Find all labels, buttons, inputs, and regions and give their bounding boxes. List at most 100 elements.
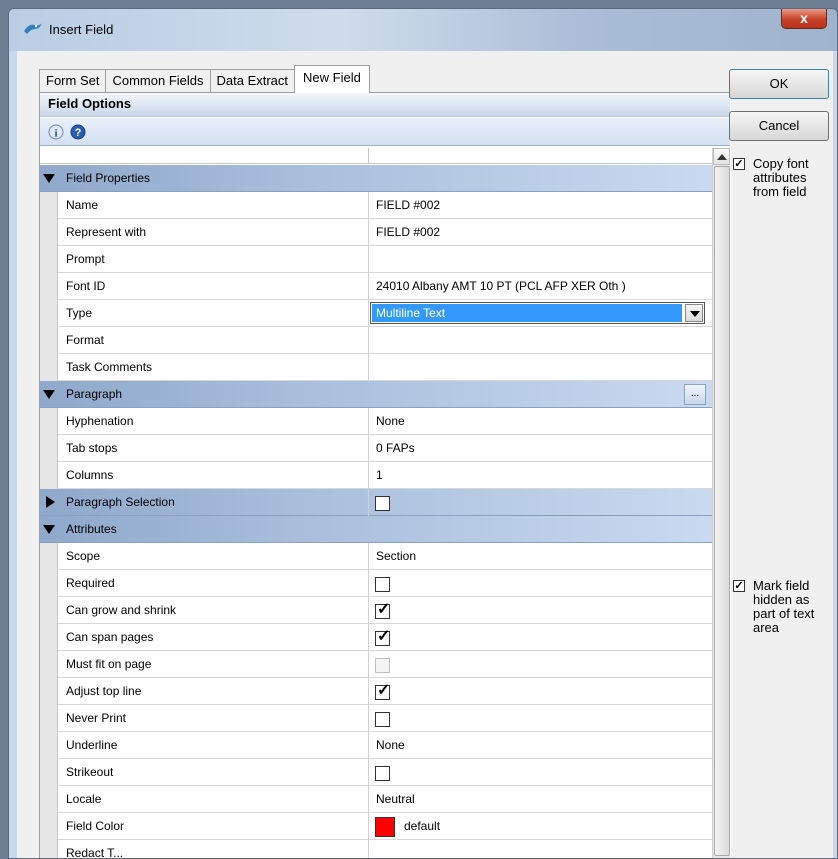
svg-text:?: ?: [75, 127, 82, 139]
property-name: Columns: [66, 468, 114, 482]
property-name: Hyphenation: [66, 414, 134, 428]
property-name: Must fit on page: [66, 657, 152, 671]
property-row[interactable]: Can grow and shrink ✓: [40, 597, 712, 624]
property-name: Task Comments: [66, 360, 153, 374]
property-row[interactable]: Can span pages ✓: [40, 624, 712, 651]
property-row[interactable]: Type Multiline Text: [40, 300, 712, 327]
chevron-down-icon[interactable]: [685, 304, 703, 322]
property-row[interactable]: Required: [40, 570, 712, 597]
collapse-arrow-icon[interactable]: [43, 390, 55, 399]
check-mark-icon: ✓: [377, 628, 391, 645]
dialog-client: Form Set Common Fields Data Extract New Fie…: [17, 51, 833, 859]
vertical-scrollbar[interactable]: [712, 148, 730, 858]
property-grid: Field Properties Name FIELD #002 Represent …: [40, 148, 712, 859]
property-name: Strikeout: [66, 765, 114, 779]
property-value[interactable]: 1: [376, 468, 383, 482]
property-checkbox[interactable]: [375, 577, 390, 592]
property-name: Can span pages: [66, 630, 154, 644]
property-row[interactable]: Scope Section: [40, 543, 712, 570]
tab-common-fields[interactable]: Common Fields: [105, 69, 211, 93]
property-row[interactable]: Represent with FIELD #002: [40, 219, 712, 246]
category-row[interactable]: Paragraph Selection: [40, 489, 712, 516]
property-name: Tab stops: [66, 441, 118, 455]
svg-text:i: i: [54, 128, 57, 140]
property-row[interactable]: Field Color default: [40, 813, 712, 840]
help-icon[interactable]: ?: [70, 124, 86, 140]
property-value[interactable]: 24010 Albany AMT 10 PT (PCL AFP XER Oth …: [376, 279, 626, 293]
tab-strip: Form Set Common Fields Data Extract New Fie…: [39, 65, 370, 93]
property-checkbox[interactable]: ✓: [375, 601, 391, 619]
checkbox-box[interactable]: ✓: [733, 158, 745, 170]
property-row[interactable]: Must fit on page: [40, 651, 712, 678]
property-row[interactable]: Underline None: [40, 732, 712, 759]
property-name: Type: [66, 306, 93, 320]
panel-toolbar: i ?: [40, 118, 730, 146]
property-value[interactable]: FIELD #002: [376, 198, 440, 212]
property-name: Represent with: [66, 225, 147, 239]
copy-font-checkbox[interactable]: ✓ Copy font attributes from field: [733, 157, 829, 217]
check-mark-icon: ✓: [377, 601, 391, 618]
property-row[interactable]: Never Print: [40, 705, 712, 732]
property-row[interactable]: Format: [40, 327, 712, 354]
color-swatch[interactable]: [375, 817, 395, 837]
property-row[interactable]: Hyphenation None: [40, 408, 712, 435]
property-row[interactable]: Redact T...: [40, 840, 712, 859]
ellipsis-button[interactable]: ...: [684, 384, 706, 405]
property-row[interactable]: Tab stops 0 FAPs: [40, 435, 712, 462]
property-name: Paragraph Selection: [66, 495, 175, 509]
property-row[interactable]: Prompt: [40, 246, 712, 273]
tab-new-field[interactable]: New Field: [294, 65, 370, 93]
property-value[interactable]: None: [376, 414, 405, 428]
property-checkbox[interactable]: [375, 766, 390, 781]
scroll-thumb[interactable]: [714, 166, 730, 856]
property-name: Can grow and shrink: [66, 603, 177, 617]
category-row[interactable]: Paragraph...: [40, 381, 712, 408]
property-checkbox[interactable]: ✓: [375, 628, 391, 646]
property-checkbox[interactable]: [375, 712, 390, 727]
mark-hidden-checkbox[interactable]: ✓ Mark field hidden as part of text area: [733, 579, 829, 649]
property-row[interactable]: Locale Neutral: [40, 786, 712, 813]
window-title: Insert Field: [49, 22, 114, 37]
info-icon[interactable]: i: [48, 124, 64, 140]
property-value[interactable]: Neutral: [376, 792, 415, 806]
scroll-up-button[interactable]: [713, 148, 730, 165]
property-value[interactable]: Section: [376, 549, 416, 563]
property-name: Field Color: [66, 819, 125, 833]
property-row[interactable]: Name FIELD #002: [40, 192, 712, 219]
property-row[interactable]: Adjust top line ✓: [40, 678, 712, 705]
property-name: Font ID: [66, 279, 106, 293]
cancel-button[interactable]: Cancel: [729, 111, 829, 141]
property-value[interactable]: FIELD #002: [376, 225, 440, 239]
property-row[interactable]: Task Comments: [40, 354, 712, 381]
ok-button[interactable]: OK: [729, 69, 829, 99]
collapse-arrow-icon[interactable]: [43, 174, 55, 183]
property-checkbox[interactable]: ✓: [375, 682, 390, 700]
expand-arrow-icon[interactable]: [46, 496, 55, 508]
property-row[interactable]: Strikeout: [40, 759, 712, 786]
property-name: Redact T...: [66, 846, 124, 859]
category-row[interactable]: Field Properties: [40, 165, 712, 192]
dropdown-selected-value[interactable]: Multiline Text: [372, 304, 682, 322]
property-value[interactable]: 0 FAPs: [376, 441, 415, 455]
property-name: Locale: [66, 792, 102, 806]
tab-form-set[interactable]: Form Set: [39, 69, 107, 93]
property-value[interactable]: None: [376, 738, 405, 752]
close-button[interactable]: x: [781, 9, 827, 29]
checkbox-box[interactable]: ✓: [733, 580, 745, 592]
type-dropdown[interactable]: Multiline Text: [370, 302, 705, 324]
property-name: Format: [66, 333, 105, 347]
app-icon: [24, 23, 42, 34]
insert-field-dialog: Insert Field x Form Set Common Fields Data…: [8, 8, 838, 859]
category-row[interactable]: Attributes: [40, 516, 712, 543]
property-row[interactable]: Font ID 24010 Albany AMT 10 PT (PCL AFP X…: [40, 273, 712, 300]
property-name: Never Print: [66, 711, 127, 725]
property-name: Attributes: [66, 522, 117, 536]
collapse-arrow-icon[interactable]: [43, 525, 55, 534]
property-checkbox[interactable]: [375, 496, 390, 511]
property-name: Scope: [66, 549, 101, 563]
checkbox-label: Mark field hidden as part of text area: [753, 578, 815, 635]
property-row[interactable]: Columns 1: [40, 462, 712, 489]
tab-data-extract[interactable]: Data Extract: [209, 69, 296, 93]
property-name: Required: [66, 576, 115, 590]
title-bar[interactable]: Insert Field x: [9, 9, 837, 51]
